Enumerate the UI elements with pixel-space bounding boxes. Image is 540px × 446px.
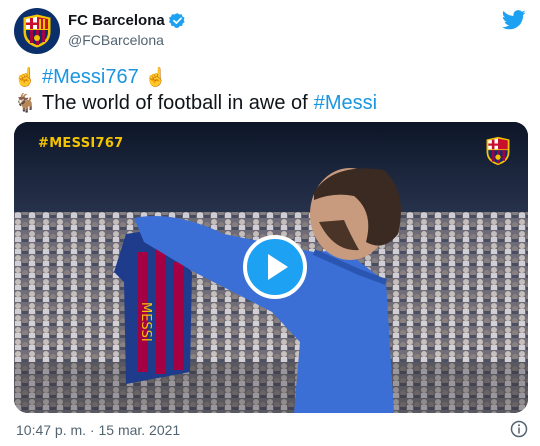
goat-emoji: 🐐 (14, 93, 37, 113)
author-info: FC Barcelona @FCBarcelona (68, 12, 186, 48)
fcb-crest-icon (486, 136, 510, 166)
tweet-timestamp[interactable]: 10:47 p. m. · 15 mar. 2021 (16, 422, 180, 438)
video-overlay-tag: #MESSI767 (38, 136, 124, 151)
fcb-crest-icon (23, 14, 51, 48)
tweet-line-2: 🐐 The world of football in awe of #Messi (14, 90, 526, 116)
display-name[interactable]: FC Barcelona (68, 12, 165, 29)
pointing-up-emoji: ☝️ (144, 67, 168, 87)
hashtag-link[interactable]: #Messi (314, 90, 377, 116)
tweet-body-text: The world of football in awe of (42, 92, 308, 114)
hashtag-link[interactable]: #Messi767 (42, 64, 139, 90)
twitter-bird-icon[interactable] (502, 10, 526, 30)
info-icon[interactable] (510, 420, 528, 438)
tweet-line-1: ☝️ #Messi767 ☝️ (14, 64, 526, 90)
user-handle[interactable]: @FCBarcelona (68, 32, 186, 48)
verified-badge-icon (168, 13, 185, 28)
play-button[interactable] (243, 235, 307, 299)
tweet-card: FC Barcelona @FCBarcelona ☝️ #Messi767 ☝… (0, 0, 540, 446)
avatar[interactable] (14, 8, 60, 54)
svg-text:MESSI: MESSI (138, 302, 153, 342)
video-player[interactable]: MESSI #MESSI767 (14, 122, 528, 413)
tweet-text: ☝️ #Messi767 ☝️ 🐐 The world of football … (14, 64, 526, 116)
play-icon (268, 254, 288, 280)
pointing-up-emoji: ☝️ (14, 67, 37, 87)
